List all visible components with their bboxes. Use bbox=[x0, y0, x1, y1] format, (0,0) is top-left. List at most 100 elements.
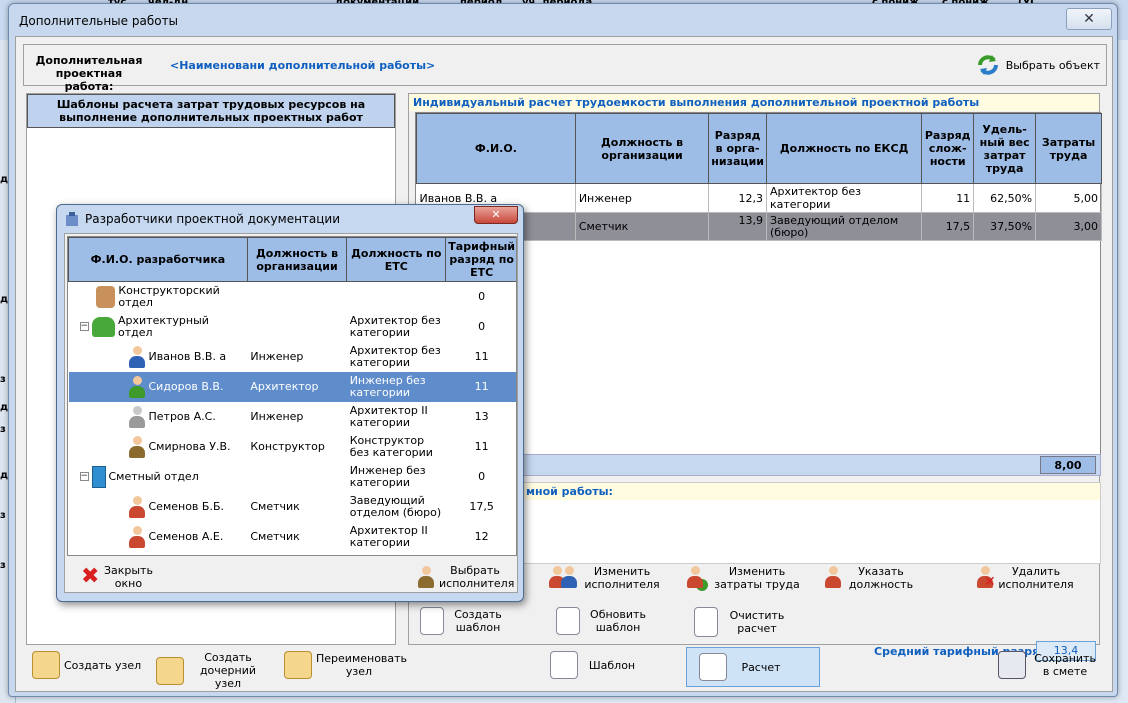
work-header: Дополнительная проектная работа: <Наимен… bbox=[23, 44, 1107, 93]
tree-node-person[interactable]: Семенов Б.Б. Сметчик Заведующий отделом … bbox=[69, 492, 517, 522]
save-to-estimate-button[interactable]: Сохранить в смете bbox=[998, 651, 1100, 679]
node-rank: 11 bbox=[445, 371, 516, 402]
total-labor: 8,00 bbox=[1040, 456, 1096, 474]
select-object-button[interactable]: Выбрать объект bbox=[974, 51, 1100, 79]
window-title: Дополнительные работы bbox=[19, 14, 179, 28]
tree-node-person-selected[interactable]: Сидоров В.В. Архитектор Инженер без кате… bbox=[68, 371, 516, 402]
clear-calc-label: Очистить расчет bbox=[729, 609, 785, 635]
person-icon bbox=[128, 495, 146, 518]
person-chart-icon bbox=[824, 565, 842, 591]
cell-eksd: Архитектор без категории bbox=[766, 183, 923, 213]
person-icon bbox=[128, 525, 146, 548]
col-dev-ets[interactable]: Должность по ЕТС bbox=[346, 237, 447, 282]
col-complexity[interactable]: Разряд слож-ности bbox=[921, 113, 975, 184]
set-position-label: Указать должность bbox=[848, 565, 914, 591]
node-position bbox=[247, 312, 346, 342]
select-executor-label: Выбрать исполнителя bbox=[439, 564, 515, 590]
col-position[interactable]: Должность в организации bbox=[574, 113, 710, 184]
delete-executor-button[interactable]: ✕ Удалить исполнителя bbox=[976, 565, 1074, 591]
collapse-toggle-icon[interactable]: − bbox=[79, 322, 89, 331]
work-label: Дополнительная проектная работа: bbox=[35, 54, 143, 93]
executor-icon bbox=[417, 566, 435, 588]
node-ets: Заведующий отделом (бюро) bbox=[349, 493, 442, 519]
calc-button[interactable]: Расчет bbox=[686, 647, 820, 687]
close-window-button[interactable]: ✖ Закрыть окно bbox=[81, 564, 153, 590]
tree-node-department[interactable]: Конструкторский отдел 0 bbox=[69, 282, 517, 312]
node-rank: 13 bbox=[474, 409, 489, 423]
formula-icon bbox=[699, 653, 727, 681]
col-dev-rank[interactable]: Тарифный разряд по ЕТС bbox=[445, 237, 516, 282]
set-position-button[interactable]: Указать должность bbox=[824, 565, 916, 591]
col-rank[interactable]: Разряд в орга-низации bbox=[708, 113, 767, 184]
col-weight[interactable]: Удель-ный вес затрат труда bbox=[973, 113, 1037, 184]
create-template-button[interactable]: Создать шаблон bbox=[420, 607, 508, 635]
refresh-icon bbox=[977, 55, 998, 75]
person-icon bbox=[128, 375, 146, 398]
change-executor-button[interactable]: Изменить исполнителя bbox=[548, 565, 662, 591]
tree-node-person[interactable]: Смирнова У.В. Конструктор Конструктор бе… bbox=[69, 432, 517, 462]
cell-weight: 62,50% bbox=[973, 183, 1037, 213]
node-ets bbox=[347, 282, 446, 312]
node-rank: 11 bbox=[474, 439, 489, 453]
template-label: Шаблон bbox=[588, 658, 636, 672]
cell-complexity: 17,5 bbox=[921, 212, 975, 241]
node-position: Инженер bbox=[250, 409, 304, 423]
person-icon bbox=[128, 435, 146, 458]
dialog-title: Разработчики проектной документации bbox=[85, 212, 341, 226]
cell-position: Инженер bbox=[575, 183, 710, 213]
template-new-icon bbox=[420, 607, 444, 635]
window-close-button[interactable]: ✕ bbox=[1066, 8, 1112, 30]
clear-calc-button[interactable]: Очистить расчет bbox=[694, 607, 792, 637]
group-icon bbox=[91, 316, 116, 337]
save-label: Сохранить в смете bbox=[1034, 652, 1096, 678]
col-labor[interactable]: Затраты труда bbox=[1035, 113, 1102, 184]
col-dev-name[interactable]: Ф.И.О. разработчика bbox=[68, 237, 248, 282]
bg-side-label: з bbox=[0, 560, 6, 571]
tree-node-department[interactable]: − Архитектурный отдел Архитектор без кате… bbox=[69, 312, 517, 342]
child-node-icon bbox=[156, 656, 184, 685]
template-button[interactable]: Шаблон bbox=[550, 651, 642, 679]
change-labor-button[interactable]: Изменить затраты труда bbox=[686, 565, 802, 591]
node-rank: 11 bbox=[474, 349, 489, 363]
dialog-close-button[interactable]: ✕ bbox=[474, 206, 518, 224]
dialog-body: Ф.И.О. разработчика Должность в организа… bbox=[64, 233, 518, 593]
create-node-button[interactable]: Создать узел bbox=[32, 651, 141, 679]
developers-tree: Ф.И.О. разработчика Должность в организа… bbox=[67, 236, 517, 556]
bg-side-label: д bbox=[0, 174, 9, 185]
users-icon bbox=[548, 565, 578, 591]
tree-node-person[interactable]: Иванов В.В. а Инженер Архитектор без кат… bbox=[69, 342, 517, 372]
node-position: Конструктор bbox=[250, 439, 325, 453]
templates-panel-title: Шаблоны расчета затрат трудовых ресурсов… bbox=[27, 94, 395, 128]
rename-node-button[interactable]: Переименовать узел bbox=[284, 651, 407, 679]
change-executor-label: Изменить исполнителя bbox=[584, 565, 660, 591]
tree-node-person[interactable]: Семенов А.Е. Сметчик Архитектор II катег… bbox=[69, 522, 517, 552]
work-name-link[interactable]: <Наименовани дополнительной работы> bbox=[170, 59, 435, 72]
node-ets: Инженер без категории bbox=[349, 463, 426, 489]
bg-side-label: з bbox=[0, 510, 6, 521]
node-add-icon bbox=[32, 651, 60, 679]
collapse-toggle-icon[interactable]: − bbox=[79, 472, 89, 481]
cell-complexity: 11 bbox=[921, 183, 975, 213]
node-label: Иванов В.В. а bbox=[148, 349, 227, 363]
create-node-label: Создать узел bbox=[64, 658, 142, 672]
create-template-label: Создать шаблон bbox=[454, 608, 502, 634]
create-child-node-label: Создать дочерний узел bbox=[199, 651, 257, 690]
node-ets: Конструктор без категории bbox=[349, 433, 433, 459]
update-template-button[interactable]: Обновить шаблон bbox=[556, 607, 652, 635]
col-fio[interactable]: Ф.И.О. bbox=[416, 113, 576, 184]
node-ets: Архитектор без категории bbox=[349, 313, 441, 339]
tree-node-person[interactable]: Петров А.С. Инженер Архитектор II катего… bbox=[69, 402, 517, 432]
col-dev-position[interactable]: Должность в организации bbox=[246, 237, 348, 282]
building-icon bbox=[66, 212, 78, 226]
calc-panel-title: Индивидуальный расчет трудоемкости выпол… bbox=[409, 94, 1099, 111]
node-label: Семенов Б.Б. bbox=[148, 499, 225, 513]
node-ets: Архитектор без категории bbox=[349, 343, 441, 369]
col-eksd[interactable]: Должность по ЕКСД bbox=[765, 113, 923, 184]
close-red-icon: ✖ bbox=[81, 564, 100, 589]
change-labor-label: Изменить затраты труда bbox=[714, 565, 800, 591]
person-delete-icon: ✕ bbox=[976, 565, 996, 591]
create-child-node-button[interactable]: Создать дочерний узел bbox=[156, 651, 268, 690]
bg-side-label: з bbox=[0, 424, 6, 435]
select-executor-button[interactable]: Выбрать исполнителя bbox=[417, 564, 515, 590]
tree-node-department[interactable]: − Сметный отдел Инженер без категории 0 bbox=[69, 462, 517, 492]
